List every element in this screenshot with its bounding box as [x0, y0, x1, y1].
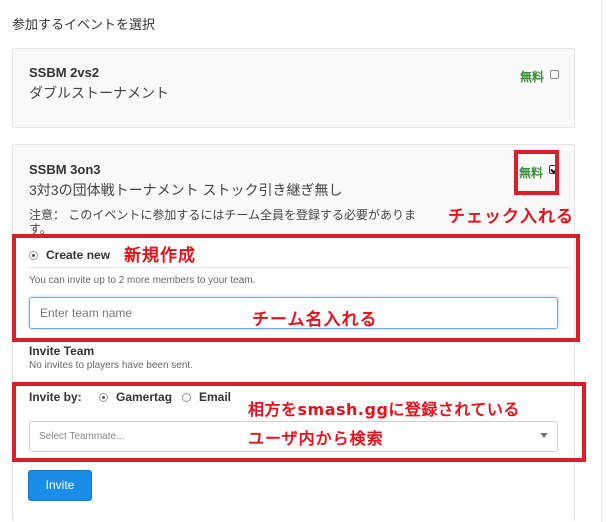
annotation-box-search — [12, 382, 586, 462]
invite-status: No invites to players have been sent. — [29, 360, 193, 371]
event-note: 注意： このイベントに参加するにはチーム全員を登録する必要がありま す。 — [29, 208, 439, 236]
annotation-search-2: ユーザ内から検索 — [248, 429, 384, 448]
annotation-check: チェック入れる — [448, 207, 574, 227]
invite-team-title: Invite Team — [29, 344, 95, 358]
event-checkbox[interactable] — [550, 70, 559, 79]
event-subtitle: 3対3の団体戦トーナメント ストック引き継ぎ無し — [29, 182, 343, 198]
annotation-search-1: 相方をsmash.ggに登録されている — [248, 400, 520, 419]
note-line: 注意： このイベントに参加するにはチーム全員を登録する必要がありま — [29, 208, 416, 222]
annotation-box-checkbox — [514, 150, 559, 195]
annotation-create-new: 新規作成 — [124, 246, 196, 266]
event-card-ssbm-2vs2[interactable]: SSBM 2vs2 ダブルストーナメント 無料 — [12, 48, 575, 128]
scrollbar-track[interactable] — [601, 0, 602, 522]
event-name: SSBM 2vs2 — [29, 65, 100, 80]
event-name: SSBM 3on3 — [29, 162, 101, 177]
event-subtitle: ダブルストーナメント — [29, 85, 169, 101]
invite-button[interactable]: Invite — [28, 470, 92, 501]
annotation-team-name: チーム名入れる — [252, 310, 378, 330]
section-title: 参加するイベントを選択 — [12, 17, 156, 32]
price-label: 無料 — [520, 70, 545, 84]
